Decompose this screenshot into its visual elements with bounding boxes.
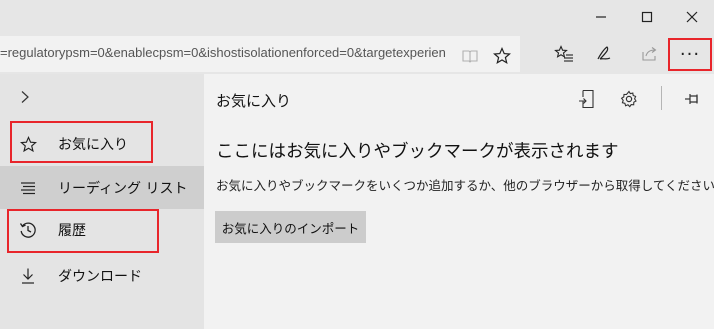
browser-toolbar: =regulatorypsm=0&enablecpsm=0&ishostisol… bbox=[0, 34, 714, 74]
download-icon bbox=[18, 266, 38, 286]
reading-list-icon bbox=[18, 178, 38, 198]
url-text[interactable]: =regulatorypsm=0&enablecpsm=0&ishostisol… bbox=[0, 45, 452, 63]
pane-title: お気に入り bbox=[216, 92, 292, 110]
maximize-button[interactable] bbox=[624, 0, 670, 34]
address-bar[interactable]: =regulatorypsm=0&enablecpsm=0&ishostisol… bbox=[0, 36, 520, 72]
empty-state-description: お気に入りやブックマークをいくつか追加するか、他のブラウザーから取得してください… bbox=[216, 178, 714, 193]
minimize-icon bbox=[596, 16, 606, 18]
gear-icon[interactable] bbox=[618, 88, 640, 110]
hub-pane: お気に入り ここにはお気に入りやブックマークが表示されます お気に入りやブックマ… bbox=[204, 74, 714, 329]
pane-divider bbox=[661, 86, 662, 110]
add-favorite-star-icon[interactable] bbox=[488, 36, 516, 76]
hub-item-downloads[interactable]: ダウンロード bbox=[0, 254, 204, 297]
hub-item-label: お気に入り bbox=[58, 137, 128, 153]
share-icon[interactable] bbox=[636, 34, 664, 74]
hub-nav: お気に入り リーディング リスト 履歴 ダウンロード bbox=[0, 74, 204, 329]
hub-icon[interactable] bbox=[550, 34, 578, 74]
title-bar bbox=[0, 0, 714, 34]
hub-item-label: リーディング リスト bbox=[58, 181, 188, 197]
hub-item-favorites[interactable]: お気に入り bbox=[0, 122, 204, 165]
hub-item-reading-list[interactable]: リーディング リスト bbox=[0, 166, 204, 209]
close-icon bbox=[686, 11, 698, 23]
chevron-right-icon[interactable] bbox=[18, 90, 38, 110]
more-actions-button[interactable]: ··· bbox=[668, 38, 712, 71]
history-icon bbox=[18, 220, 38, 240]
hub-item-history[interactable]: 履歴 bbox=[0, 208, 204, 251]
reading-view-icon[interactable] bbox=[456, 36, 484, 76]
import-icon[interactable] bbox=[576, 88, 598, 110]
maximize-icon bbox=[641, 11, 653, 23]
hub-item-label: ダウンロード bbox=[58, 269, 142, 285]
pen-icon[interactable] bbox=[590, 34, 618, 74]
import-favorites-button[interactable]: お気に入りのインポート bbox=[215, 211, 366, 243]
star-icon bbox=[18, 134, 38, 154]
empty-state-heading: ここにはお気に入りやブックマークが表示されます bbox=[216, 142, 619, 162]
minimize-button[interactable] bbox=[578, 0, 624, 34]
hub-item-label: 履歴 bbox=[58, 223, 86, 239]
close-button[interactable] bbox=[669, 0, 714, 34]
pin-icon[interactable] bbox=[682, 88, 704, 110]
